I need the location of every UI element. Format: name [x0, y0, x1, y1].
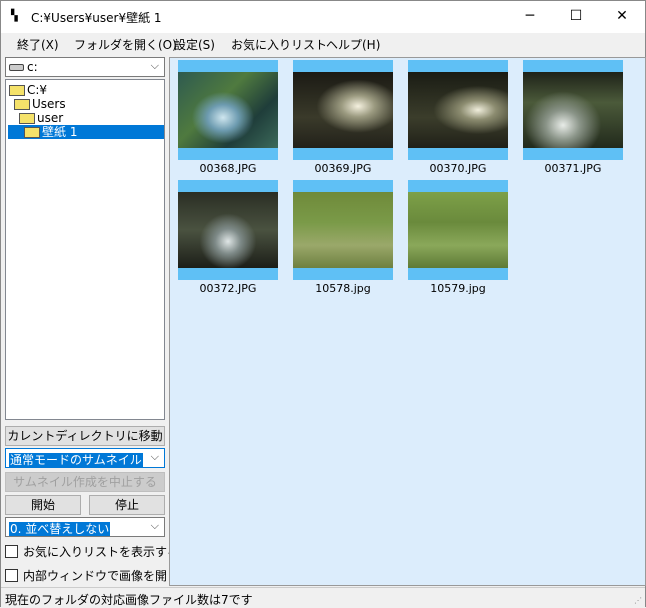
thumbnail-mode-value: 通常モードのサムネイル [9, 453, 143, 467]
thumbnail-00368[interactable] [178, 60, 278, 160]
title-bar: ▚ C:¥Users¥user¥壁紙 1 ─ ☐ ✕ [1, 1, 645, 33]
thumbnail-image [293, 72, 393, 148]
folder-icon [19, 113, 35, 124]
menu-exit[interactable]: 終了(X) [17, 36, 59, 53]
app-icon: ▚ [11, 9, 25, 23]
tree-node-wallpaper[interactable]: 壁紙 1 [8, 125, 164, 139]
thumbnail-10578[interactable] [293, 180, 393, 280]
folder-tree[interactable]: C:¥ Users user 壁紙 1 [5, 79, 165, 420]
menu-open-folder[interactable]: フォルダを開く(O) [74, 36, 177, 53]
drive-value: c: [27, 60, 38, 74]
resize-grip-icon[interactable]: ⋰ [634, 596, 642, 605]
folder-icon [9, 85, 25, 96]
checkbox-box[interactable] [5, 569, 18, 582]
thumbnail-mode-select[interactable]: 通常モードのサムネイル ⌵ [5, 448, 165, 468]
checkbox-box[interactable] [5, 545, 18, 558]
window-title: C:¥Users¥user¥壁紙 1 [31, 9, 162, 26]
minimize-button[interactable]: ─ [507, 1, 553, 33]
thumbnail-image [408, 192, 508, 268]
drive-icon [9, 64, 24, 71]
thumbnail-label: 00372.JPG [178, 282, 278, 295]
thumbnail-00371[interactable] [523, 60, 623, 160]
menu-settings[interactable]: 設定(S) [174, 36, 215, 53]
stop-button[interactable]: 停止 [89, 495, 165, 515]
open-internal-window-checkbox[interactable]: 内部ウィンドウで画像を開く [5, 567, 179, 584]
folder-open-icon [24, 127, 40, 138]
drive-select[interactable]: c: ⌵ [5, 57, 165, 77]
thumbnail-label: 10579.jpg [408, 282, 508, 295]
thumbnail-label: 00371.JPG [523, 162, 623, 175]
close-button[interactable]: ✕ [599, 1, 645, 33]
menu-help[interactable]: ヘルプ(H) [326, 36, 380, 53]
chevron-down-icon: ⌵ [151, 59, 159, 73]
thumbnail-image [293, 192, 393, 268]
menu-favorites[interactable]: お気に入りリスト [231, 36, 327, 53]
folder-icon [14, 99, 30, 110]
thumbnail-image [408, 72, 508, 148]
tree-node-label: Users [32, 97, 66, 111]
status-bar: 現在のフォルダの対応画像ファイル数は7です ⋰ [1, 587, 645, 607]
tree-node-label: 壁紙 1 [42, 125, 77, 139]
thumbnail-00370[interactable] [408, 60, 508, 160]
tree-node-label: user [37, 111, 63, 125]
tree-node-users[interactable]: Users [14, 97, 66, 111]
chevron-down-icon: ⌵ [151, 519, 159, 533]
thumbnail-image [523, 72, 623, 148]
thumbnail-10579[interactable] [408, 180, 508, 280]
tree-node-c[interactable]: C:¥ [9, 83, 47, 97]
thumbnail-label: 00369.JPG [293, 162, 393, 175]
goto-current-dir-button[interactable]: カレントディレクトリに移動する [5, 426, 165, 446]
tree-node-user[interactable]: user [19, 111, 63, 125]
thumbnail-00369[interactable] [293, 60, 393, 160]
sort-value: 0. 並べ替えしない [9, 522, 110, 536]
checkbox-label: 内部ウィンドウで画像を開く [23, 567, 179, 584]
thumbnail-label: 00370.JPG [408, 162, 508, 175]
thumbnail-label: 00368.JPG [178, 162, 278, 175]
show-favorites-checkbox[interactable]: お気に入りリストを表示する [5, 543, 179, 560]
start-button[interactable]: 開始 [5, 495, 81, 515]
chevron-down-icon: ⌵ [151, 450, 159, 464]
thumbnail-label: 10578.jpg [293, 282, 393, 295]
cancel-thumbnails-button[interactable]: サムネイル作成を中止する [5, 472, 165, 492]
thumbnail-view[interactable]: 00368.JPG 00369.JPG 00370.JPG 00371.JPG … [169, 57, 646, 586]
thumbnail-image [178, 192, 278, 268]
sort-select[interactable]: 0. 並べ替えしない ⌵ [5, 517, 165, 537]
thumbnail-image [178, 72, 278, 148]
maximize-button[interactable]: ☐ [553, 1, 599, 33]
tree-node-label: C:¥ [27, 83, 47, 97]
status-text: 現在のフォルダの対応画像ファイル数は7です [5, 593, 253, 607]
checkbox-label: お気に入りリストを表示する [23, 543, 179, 560]
thumbnail-00372[interactable] [178, 180, 278, 280]
menu-bar: 終了(X) フォルダを開く(O) 設定(S) お気に入りリスト ヘルプ(H) [1, 33, 645, 55]
